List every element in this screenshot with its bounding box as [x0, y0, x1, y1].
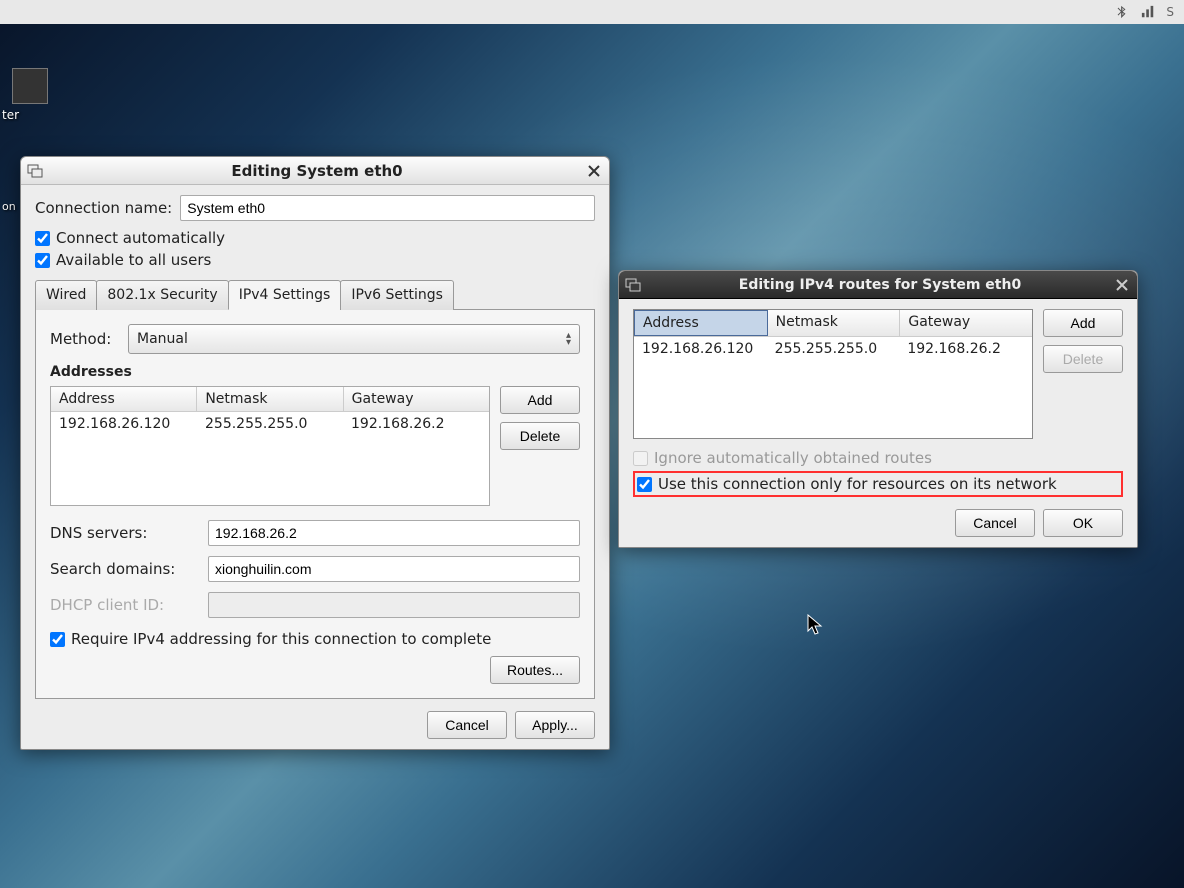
bluetooth-icon[interactable] — [1114, 4, 1130, 20]
top-panel: S — [0, 0, 1184, 24]
cell-netmask: 255.255.255.0 — [767, 337, 900, 361]
routes-ok-button[interactable]: OK — [1043, 509, 1123, 537]
delete-route-button[interactable]: Delete — [1043, 345, 1123, 373]
dns-servers-label: DNS servers: — [50, 524, 200, 542]
available-to-all-label: Available to all users — [56, 251, 211, 269]
require-ipv4-label: Require IPv4 addressing for this connect… — [71, 630, 491, 648]
desktop-icon-on: on — [2, 200, 16, 213]
tab-bar: Wired 802.1x Security IPv4 Settings IPv6… — [35, 279, 595, 310]
addresses-table[interactable]: Address Netmask Gateway 192.168.26.120 2… — [50, 386, 490, 506]
editing-routes-window: Editing IPv4 routes for System eth0 Addr… — [618, 270, 1138, 548]
col-gateway[interactable]: Gateway — [344, 387, 489, 411]
dhcp-client-id-label: DHCP client ID: — [50, 596, 200, 614]
dns-servers-input[interactable] — [208, 520, 580, 546]
connection-name-input[interactable] — [180, 195, 595, 221]
window-title: Editing System eth0 — [49, 162, 585, 180]
ignore-routes-checkbox — [633, 451, 648, 466]
apply-button[interactable]: Apply... — [515, 711, 595, 739]
routes-cancel-button[interactable]: Cancel — [955, 509, 1035, 537]
routes-table[interactable]: Address Netmask Gateway 192.168.26.120 2… — [633, 309, 1033, 439]
cancel-button[interactable]: Cancel — [427, 711, 507, 739]
ignore-routes-label: Ignore automatically obtained routes — [654, 449, 932, 467]
delete-address-button[interactable]: Delete — [500, 422, 580, 450]
cell-address: 192.168.26.120 — [634, 337, 767, 361]
tab-8021x-security[interactable]: 802.1x Security — [96, 280, 228, 310]
cell-address: 192.168.26.120 — [51, 412, 197, 436]
tab-ipv4-settings[interactable]: IPv4 Settings — [228, 280, 342, 310]
editing-connection-window: Editing System eth0 Connection name: Con… — [20, 156, 610, 750]
close-icon[interactable] — [585, 162, 603, 180]
cell-gateway: 192.168.26.2 — [899, 337, 1032, 361]
col-netmask[interactable]: Netmask — [768, 310, 901, 336]
close-icon[interactable] — [1113, 276, 1131, 294]
search-domains-input[interactable] — [208, 556, 580, 582]
connect-automatically-label: Connect automatically — [56, 229, 225, 247]
cell-netmask: 255.255.255.0 — [197, 412, 343, 436]
connect-automatically-checkbox[interactable] — [35, 231, 50, 246]
table-row[interactable]: 192.168.26.120 255.255.255.0 192.168.26.… — [634, 337, 1032, 361]
routes-titlebar[interactable]: Editing IPv4 routes for System eth0 — [619, 271, 1137, 299]
tab-wired[interactable]: Wired — [35, 280, 97, 310]
col-gateway[interactable]: Gateway — [900, 310, 1032, 336]
available-to-all-checkbox[interactable] — [35, 253, 50, 268]
highlight-box: Use this connection only for resources o… — [633, 471, 1123, 497]
network-signal-icon[interactable] — [1140, 4, 1156, 20]
cursor-icon — [807, 614, 823, 641]
only-network-label: Use this connection only for resources o… — [658, 475, 1057, 493]
titlebar[interactable]: Editing System eth0 — [21, 157, 609, 185]
col-address[interactable]: Address — [51, 387, 197, 411]
ipv4-settings-panel: Method: Manual ▴▾ Addresses Address Netm… — [35, 310, 595, 699]
routes-button[interactable]: Routes... — [490, 656, 580, 684]
connection-name-label: Connection name: — [35, 199, 172, 217]
addresses-table-header: Address Netmask Gateway — [51, 387, 489, 412]
tab-ipv6-settings[interactable]: IPv6 Settings — [340, 280, 454, 310]
chevron-updown-icon: ▴▾ — [566, 332, 571, 346]
cell-gateway: 192.168.26.2 — [343, 412, 489, 436]
window-icon — [625, 277, 641, 293]
add-address-button[interactable]: Add — [500, 386, 580, 414]
window-icon — [27, 163, 43, 179]
table-row[interactable]: 192.168.26.120 255.255.255.0 192.168.26.… — [51, 412, 489, 436]
require-ipv4-checkbox[interactable] — [50, 632, 65, 647]
desktop-icon-label: ter — [2, 108, 19, 122]
method-value: Manual — [137, 331, 188, 347]
only-network-checkbox[interactable] — [637, 477, 652, 492]
col-address[interactable]: Address — [634, 310, 768, 336]
panel-extra: S — [1166, 5, 1174, 19]
dhcp-client-id-input — [208, 592, 580, 618]
routes-table-header: Address Netmask Gateway — [634, 310, 1032, 337]
add-route-button[interactable]: Add — [1043, 309, 1123, 337]
method-select[interactable]: Manual ▴▾ — [128, 324, 580, 354]
search-domains-label: Search domains: — [50, 560, 200, 578]
addresses-heading: Addresses — [50, 364, 580, 380]
method-label: Method: — [50, 330, 120, 348]
routes-window-title: Editing IPv4 routes for System eth0 — [647, 277, 1113, 293]
col-netmask[interactable]: Netmask — [197, 387, 343, 411]
